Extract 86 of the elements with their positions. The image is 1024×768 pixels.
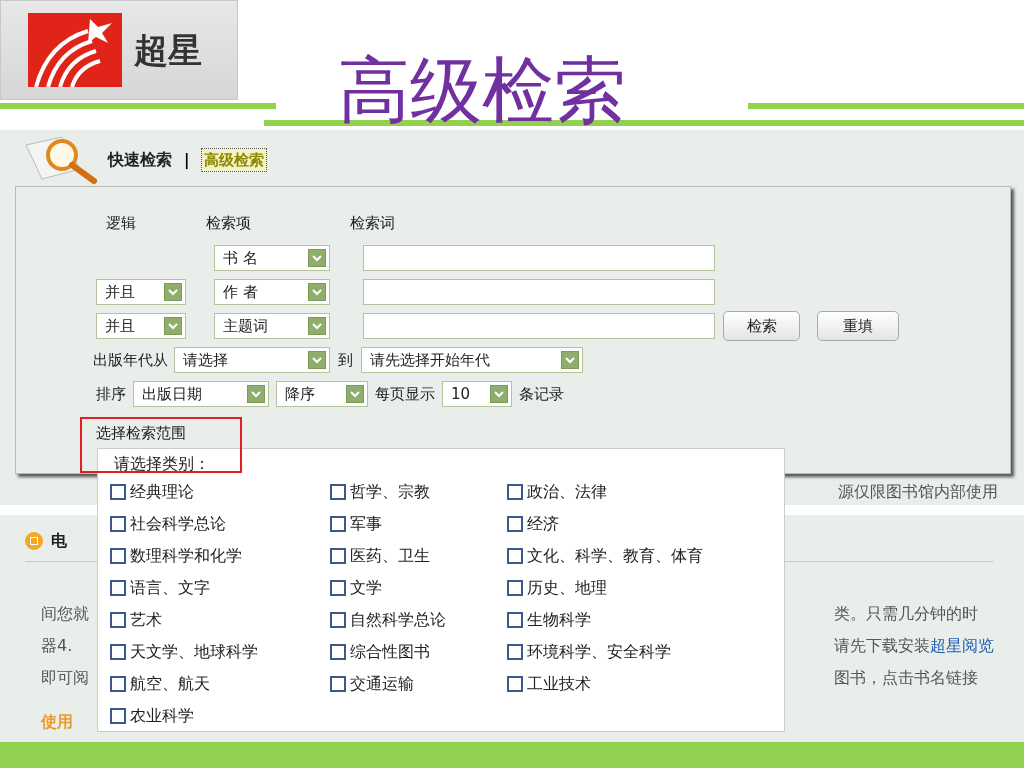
field-select[interactable]: 书 名 xyxy=(214,245,330,271)
category-checkbox[interactable]: 文化、科学、教育、体育 xyxy=(507,544,767,568)
records-label: 条记录 xyxy=(519,383,564,405)
year-select[interactable]: 请先选择开始年代 xyxy=(361,347,583,373)
checkbox[interactable] xyxy=(330,548,346,564)
category-checkbox[interactable]: 天文学、地球科学 xyxy=(110,640,330,664)
category-checkbox[interactable]: 文学 xyxy=(330,576,507,600)
category-checkbox[interactable]: 语言、文字 xyxy=(110,576,330,600)
checkbox[interactable] xyxy=(110,484,126,500)
section-title: 电 xyxy=(51,530,67,552)
category-checkbox[interactable]: 自然科学总论 xyxy=(330,608,507,632)
checkbox[interactable] xyxy=(110,644,126,660)
intro-text: 即可阅 xyxy=(41,667,89,689)
category-checkbox[interactable]: 农业科学 xyxy=(110,704,330,728)
intro-text: 类。只需几分钟的时 xyxy=(834,603,978,625)
popup-title: 请选择类别： xyxy=(113,453,211,475)
intro-text: 图书，点击书名链接 xyxy=(834,667,978,689)
category-checkbox[interactable]: 综合性图书 xyxy=(330,640,507,664)
checkbox[interactable] xyxy=(507,612,523,628)
intro-text: 间您就 xyxy=(41,603,89,625)
search-tab[interactable]: 快速检索 xyxy=(108,148,172,172)
checkbox[interactable] xyxy=(330,644,346,660)
category-checkbox[interactable]: 军事 xyxy=(330,512,507,536)
checkbox[interactable] xyxy=(507,516,523,532)
category-checkbox[interactable]: 经济 xyxy=(507,512,767,536)
reader-link[interactable]: 超星阅览 xyxy=(930,634,994,658)
per-page-label: 每页显示 xyxy=(375,383,435,405)
form-button[interactable]: 重填 xyxy=(817,311,899,341)
keyword-field[interactable] xyxy=(363,279,715,305)
checkbox[interactable] xyxy=(507,644,523,660)
slide-title: 高级检索 xyxy=(338,48,626,132)
keyword-field[interactable] xyxy=(363,245,715,271)
category-checkbox[interactable]: 工业技术 xyxy=(507,672,767,696)
tab-separator: | xyxy=(184,149,190,171)
category-checkbox[interactable]: 数理科学和化学 xyxy=(110,544,330,568)
category-checkbox[interactable]: 政治、法律 xyxy=(507,480,767,504)
checkbox[interactable] xyxy=(330,676,346,692)
form-button[interactable]: 检索 xyxy=(723,311,800,341)
checkbox[interactable] xyxy=(330,580,346,596)
checkbox[interactable] xyxy=(507,676,523,692)
category-checkbox[interactable]: 环境科学、安全科学 xyxy=(507,640,767,664)
category-checkbox[interactable]: 医药、卫生 xyxy=(330,544,507,568)
list-icon xyxy=(25,532,43,550)
year-to-label: 到 xyxy=(337,349,354,371)
checkbox[interactable] xyxy=(110,612,126,628)
checkbox[interactable] xyxy=(507,548,523,564)
checkbox[interactable] xyxy=(330,484,346,500)
keyword-field[interactable] xyxy=(363,313,715,339)
magnifier-icon xyxy=(22,135,100,185)
per-page-select[interactable]: 10 xyxy=(442,381,512,407)
intro-text: 请先下载安装 xyxy=(834,635,930,657)
checkbox[interactable] xyxy=(110,548,126,564)
intro-text: 器4. xyxy=(41,635,74,657)
checkbox[interactable] xyxy=(110,516,126,532)
checkbox[interactable] xyxy=(507,484,523,500)
logo-text: 超星 xyxy=(134,28,202,72)
year-select[interactable]: 请选择 xyxy=(174,347,330,373)
checkbox[interactable] xyxy=(110,580,126,596)
category-checkbox[interactable]: 艺术 xyxy=(110,608,330,632)
category-checkbox[interactable]: 历史、地理 xyxy=(507,576,767,600)
category-checkbox[interactable]: 生物科学 xyxy=(507,608,767,632)
category-checkbox[interactable]: 社会科学总论 xyxy=(110,512,330,536)
sort-order-select[interactable]: 降序 xyxy=(276,381,368,407)
sort-label: 排序 xyxy=(96,383,126,405)
year-from-label: 出版年代从 xyxy=(93,349,168,371)
logic-select[interactable]: 并且 xyxy=(96,279,186,305)
checkbox[interactable] xyxy=(507,580,523,596)
sort-field-select[interactable]: 出版日期 xyxy=(133,381,269,407)
column-header: 逻辑 xyxy=(105,212,137,234)
notice-text: 源仅限图书馆内部使用 xyxy=(838,481,998,503)
field-select[interactable]: 作 者 xyxy=(214,279,330,305)
column-header: 检索项 xyxy=(206,212,252,234)
scope-label: 选择检索范围 xyxy=(96,424,186,442)
checkbox[interactable] xyxy=(330,516,346,532)
checkbox[interactable] xyxy=(110,708,126,724)
category-checkbox[interactable]: 交通运输 xyxy=(330,672,507,696)
usage-label: 使用 xyxy=(41,712,73,731)
category-checkbox[interactable]: 航空、航天 xyxy=(110,672,330,696)
field-select[interactable]: 主题词 xyxy=(214,313,330,339)
column-header: 检索词 xyxy=(350,212,395,234)
logic-select[interactable]: 并且 xyxy=(96,313,186,339)
checkbox[interactable] xyxy=(330,612,346,628)
checkbox[interactable] xyxy=(110,676,126,692)
logo-icon xyxy=(28,13,122,87)
category-checkbox[interactable]: 经典理论 xyxy=(110,480,330,504)
category-checkbox[interactable]: 哲学、宗教 xyxy=(330,480,507,504)
